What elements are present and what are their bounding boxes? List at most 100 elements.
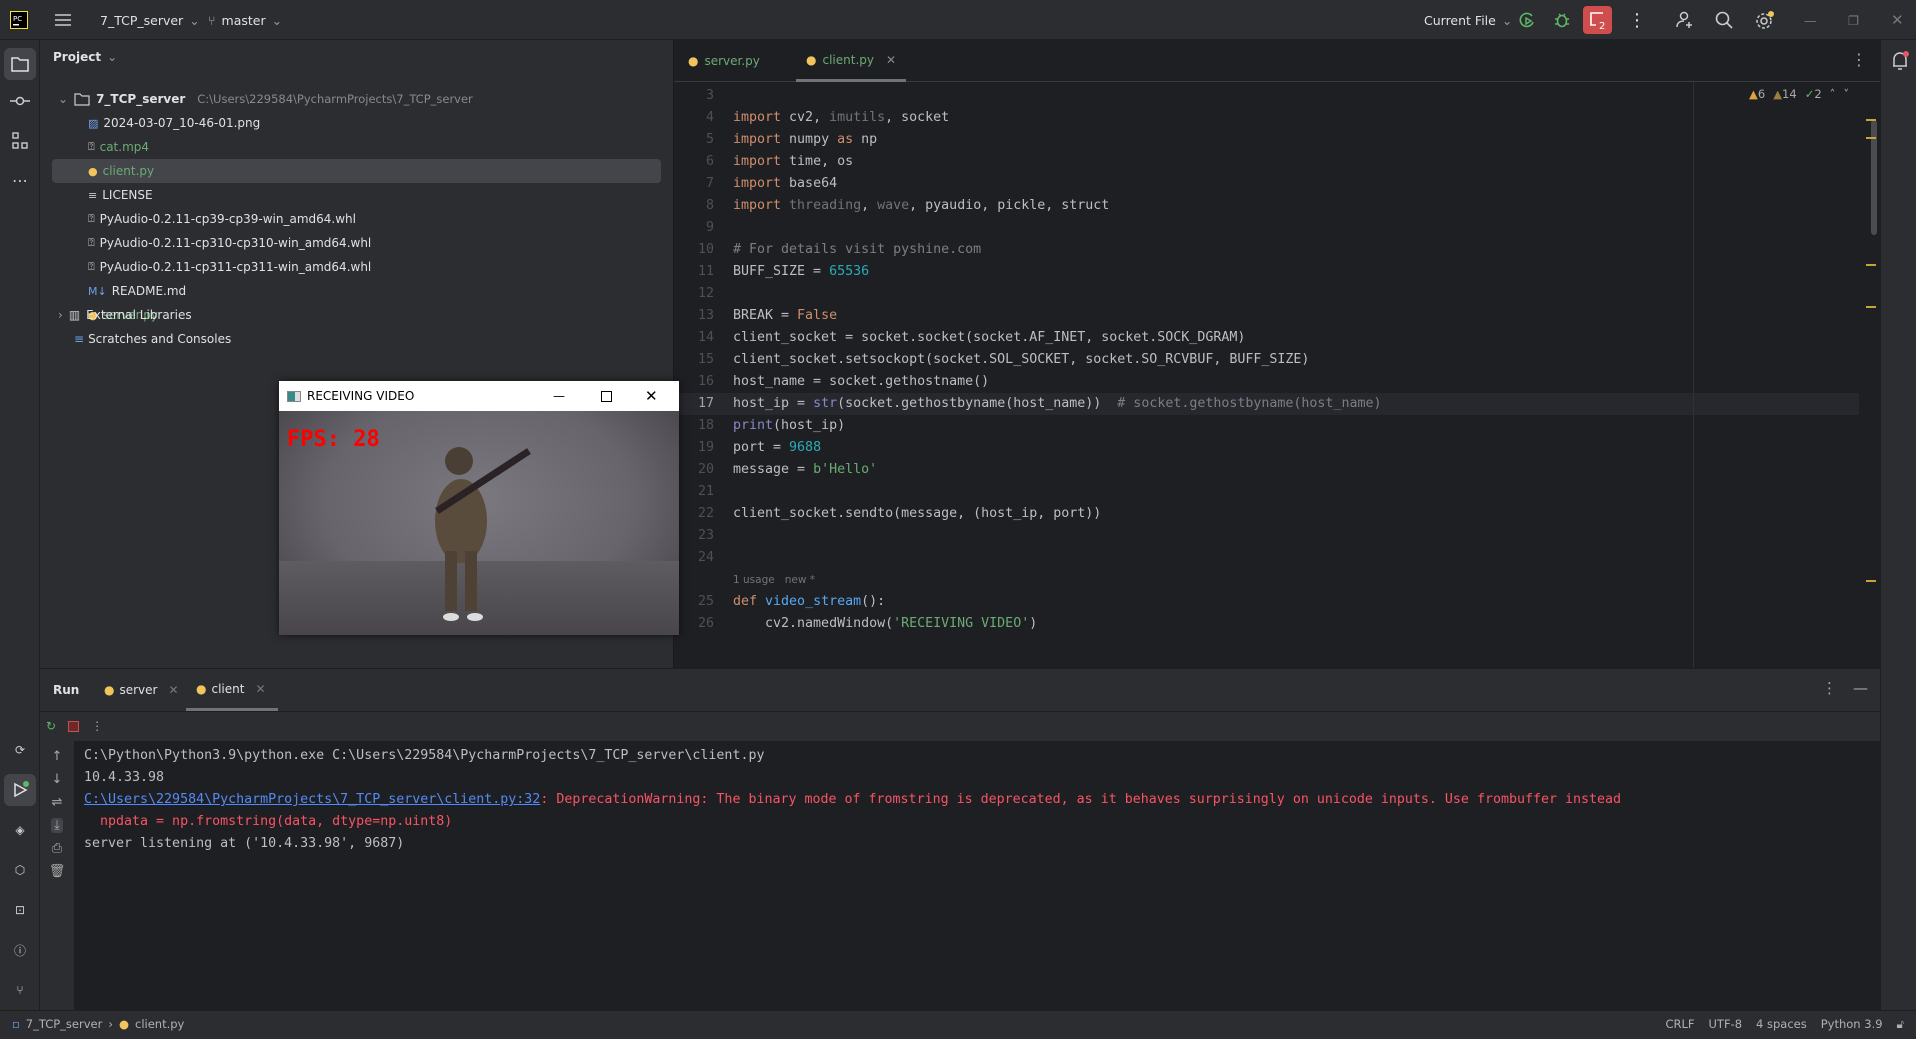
tree-file[interactable]: ⍰ PyAudio-0.2.11-cp310-cp310-win_amd64.wh… xyxy=(52,231,661,255)
run-config-selector[interactable]: Current File ⌄ xyxy=(1424,0,1512,40)
weak-warning-count[interactable]: ▲14 xyxy=(1773,87,1797,101)
next-highlight-icon[interactable]: ˅ xyxy=(1843,87,1849,101)
code-line[interactable]: print(host_ip) xyxy=(733,418,845,433)
warning-stripe[interactable] xyxy=(1866,580,1876,582)
warning-stripe[interactable] xyxy=(1866,119,1876,121)
code-line[interactable]: client_socket = socket.socket(socket.AF_… xyxy=(733,330,1245,345)
breadcrumb-file[interactable]: client.py xyxy=(135,1017,184,1031)
options-icon[interactable]: ⋮ xyxy=(1822,679,1837,697)
run-tab-server[interactable]: ● server ✕ xyxy=(104,669,179,711)
code-line[interactable]: BUFF_SIZE = 65536 xyxy=(733,264,869,279)
commit-tool-button[interactable] xyxy=(4,85,36,117)
stop-icon[interactable] xyxy=(68,720,80,732)
print-icon[interactable]: ⎙ xyxy=(52,841,62,856)
structure-tool-button[interactable] xyxy=(4,125,36,157)
notifications-button[interactable] xyxy=(1890,50,1910,75)
tree-file[interactable]: ⍰ PyAudio-0.2.11-cp39-cp39-win_amd64.whl xyxy=(52,207,661,231)
receiving-video-window[interactable]: RECEIVING VIDEO — ✕ FPS: 28 xyxy=(279,381,679,635)
close-tab-icon[interactable]: ✕ xyxy=(168,683,178,697)
tree-file[interactable]: ▨ 2024-03-07_10-46-01.png xyxy=(52,111,661,135)
file-encoding[interactable]: UTF-8 xyxy=(1709,1017,1743,1032)
problems-tool-button[interactable]: ⓘ xyxy=(4,934,36,966)
python-packages-button[interactable]: ⟳ xyxy=(4,734,36,766)
tree-file[interactable]: ● client.py xyxy=(52,159,661,183)
warning-stripe[interactable] xyxy=(1866,137,1876,139)
code-line[interactable]: host_ip = str(socket.gethostbyname(host_… xyxy=(733,396,1381,411)
editor-options-icon[interactable]: ⋮ xyxy=(1851,50,1867,69)
video-window-titlebar[interactable]: RECEIVING VIDEO — ✕ xyxy=(279,381,679,411)
inspections-widget[interactable]: ▲6 ▲14 ✓2 ˄ ˅ xyxy=(1749,87,1849,101)
previous-highlight-icon[interactable]: ˄ xyxy=(1830,87,1836,101)
code-line[interactable]: import base64 xyxy=(733,176,837,191)
tree-root[interactable]: ⌄ 7_TCP_server C:\Users\229584\PycharmPr… xyxy=(52,87,661,111)
code-line[interactable]: BREAK = False xyxy=(733,308,837,323)
stop-running-button[interactable]: 2 xyxy=(1583,6,1612,34)
typo-count[interactable]: ✓2 xyxy=(1805,87,1822,101)
settings-button[interactable] xyxy=(1754,0,1776,40)
indent-setting[interactable]: 4 spaces xyxy=(1756,1017,1807,1032)
console-file-link[interactable]: C:\Users\229584\PycharmProjects\7_TCP_se… xyxy=(84,792,540,807)
terminal-tool-button[interactable]: ⊡ xyxy=(4,894,36,926)
rerun-button[interactable] xyxy=(1518,0,1536,40)
inlay-usage-hint[interactable]: 1 usage new * xyxy=(733,574,815,586)
tree-file[interactable]: M↓ README.md xyxy=(52,279,661,303)
tree-external-libraries[interactable]: › ▥ External Libraries xyxy=(52,303,661,327)
console-output[interactable]: C:\Python\Python3.9\python.exe C:\Users\… xyxy=(74,741,1880,1011)
git-tool-button[interactable]: ⑂ xyxy=(4,974,36,1006)
code-line[interactable]: # For details visit pyshine.com xyxy=(733,242,981,257)
tree-file[interactable]: ≡ LICENSE xyxy=(52,183,661,207)
code-line[interactable]: import time, os xyxy=(733,154,853,169)
warning-stripe[interactable] xyxy=(1866,264,1876,266)
close-tab-icon[interactable]: ✕ xyxy=(886,53,896,67)
search-button[interactable] xyxy=(1714,0,1734,40)
run-tool-button[interactable] xyxy=(4,774,36,806)
line-separator[interactable]: CRLF xyxy=(1665,1017,1694,1032)
tab-client-py[interactable]: ● client.py ✕ xyxy=(796,40,907,82)
minimize-button[interactable]: — xyxy=(553,389,565,403)
more-actions-icon[interactable]: ⋮ xyxy=(1628,0,1646,40)
layers-tool-button[interactable]: ◈ xyxy=(4,814,36,846)
warning-count[interactable]: ▲6 xyxy=(1749,87,1765,101)
project-view-selector[interactable]: Project ⌄ xyxy=(53,50,117,64)
tree-scratches[interactable]: ≡ Scratches and Consoles xyxy=(52,327,661,351)
maximize-button[interactable] xyxy=(601,390,612,402)
services-tool-button[interactable]: ⬡ xyxy=(4,854,36,886)
project-tool-button[interactable] xyxy=(4,48,36,80)
main-menu-icon[interactable] xyxy=(54,0,72,40)
branch-selector[interactable]: ⑂ master ⌄ xyxy=(208,0,282,40)
chevron-right-icon[interactable]: › xyxy=(58,308,63,322)
tree-file[interactable]: ⍰ PyAudio-0.2.11-cp311-cp311-win_amd64.wh… xyxy=(52,255,661,279)
code-with-me-button[interactable] xyxy=(1675,0,1695,40)
code-line[interactable]: host_name = socket.gethostname() xyxy=(733,374,989,389)
code-line[interactable]: import cv2, imutils, socket xyxy=(733,110,949,125)
debug-button[interactable] xyxy=(1553,0,1571,40)
rerun-icon[interactable]: ↻ xyxy=(46,719,56,733)
soft-wrap-icon[interactable]: ⇌ xyxy=(52,795,63,810)
code-line[interactable]: import numpy as np xyxy=(733,132,877,147)
breadcrumb-project[interactable]: 7_TCP_server xyxy=(26,1017,103,1031)
tree-file[interactable]: ⍰ cat.mp4 xyxy=(52,135,661,159)
minimize-button[interactable]: — xyxy=(1804,0,1817,40)
more-tools-icon[interactable]: ⋯ xyxy=(4,164,36,196)
close-window-button[interactable]: ✕ xyxy=(1891,0,1904,40)
code-line[interactable]: def video_stream(): xyxy=(733,594,885,609)
arrow-up-icon[interactable]: ↑ xyxy=(52,749,63,764)
code-line[interactable]: port = 9688 xyxy=(733,440,821,455)
chevron-down-icon[interactable]: ⌄ xyxy=(58,92,68,106)
scroll-to-end-icon[interactable]: ⤓ xyxy=(51,818,63,833)
close-button[interactable]: ✕ xyxy=(645,387,658,405)
lock-icon[interactable]: 🔓︎ xyxy=(1897,1017,1904,1032)
arrow-down-icon[interactable]: ↓ xyxy=(52,772,63,787)
code-line[interactable]: import threading, wave, pyaudio, pickle,… xyxy=(733,198,1109,213)
trash-icon[interactable]: 🗑 xyxy=(49,864,66,879)
restore-button[interactable]: ❐ xyxy=(1848,0,1859,40)
close-tab-icon[interactable]: ✕ xyxy=(255,682,265,696)
python-interpreter[interactable]: Python 3.9 xyxy=(1821,1017,1883,1032)
run-tab-client[interactable]: ● client ✕ xyxy=(186,669,278,711)
code-line[interactable]: cv2.namedWindow('RECEIVING VIDEO') xyxy=(733,616,1037,631)
project-selector[interactable]: 7_TCP_server ⌄ xyxy=(100,0,200,40)
more-icon[interactable]: ⋮ xyxy=(91,719,103,733)
code-line[interactable]: client_socket.setsockopt(socket.SOL_SOCK… xyxy=(733,352,1309,367)
code-line[interactable]: message = b'Hello' xyxy=(733,462,877,477)
hide-panel-icon[interactable]: — xyxy=(1853,679,1868,697)
